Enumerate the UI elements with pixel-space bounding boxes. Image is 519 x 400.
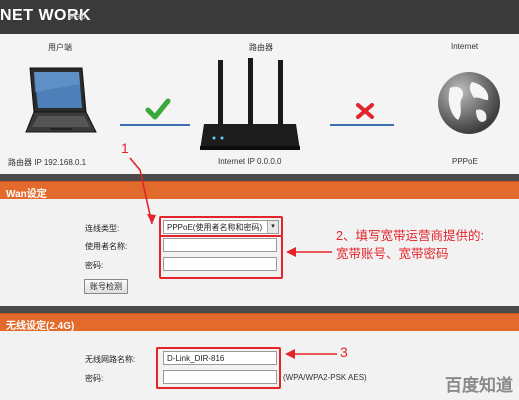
- annotation-arrow-3: [285, 349, 337, 359]
- watermark-logo: 百度知道: [445, 376, 513, 395]
